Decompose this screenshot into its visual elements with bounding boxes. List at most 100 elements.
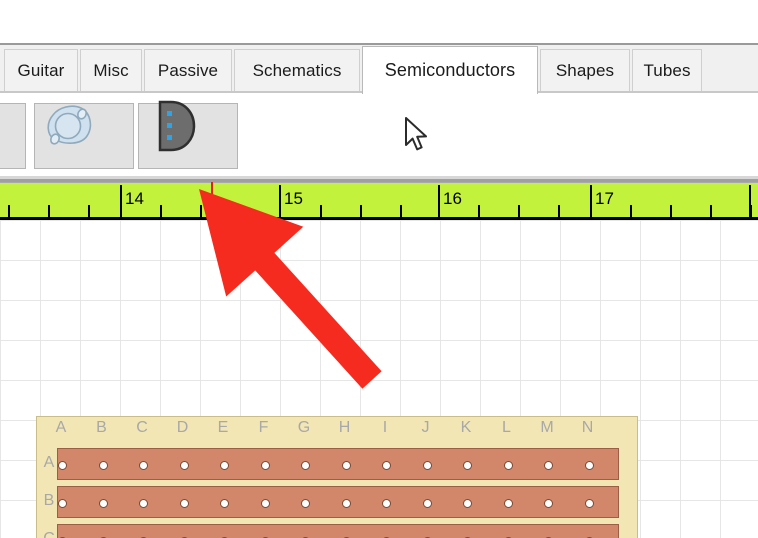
breadboard-hole[interactable] (139, 460, 148, 470)
breadboard-hole[interactable] (98, 460, 108, 470)
ruler-minor-tick (750, 205, 752, 217)
ruler-label: 15 (284, 189, 303, 208)
breadboard-column-header: K (460, 419, 472, 436)
ruler-top-line (0, 182, 758, 183)
breadboard-hole[interactable] (584, 460, 594, 470)
tab-label: Passive (157, 60, 219, 80)
ruler-minor-tick (630, 205, 632, 217)
breadboard-hole[interactable] (463, 498, 472, 508)
grid-line-horizontal (0, 300, 758, 301)
breadboard-hole[interactable] (139, 498, 148, 508)
ruler-minor-tick (478, 205, 480, 217)
ruler-label: 17 (595, 189, 614, 208)
design-canvas[interactable]: A B C D E F G H I J K L M N A B C (0, 220, 758, 538)
breadboard-hole[interactable] (341, 498, 351, 508)
breadboard-column-header: N (581, 419, 594, 436)
breadboard-hole[interactable] (503, 460, 513, 470)
breadboard-column-header: C (136, 419, 148, 436)
breadboard-component[interactable]: A B C D E F G H I J K L M N A B C (36, 416, 638, 538)
breadboard-hole[interactable] (301, 460, 310, 470)
breadboard-column-header: A (55, 419, 67, 436)
tab-misc[interactable]: Misc (80, 49, 142, 91)
ruler-label: 14 (125, 189, 144, 208)
grid-line-horizontal (0, 220, 758, 221)
grid-line-vertical (680, 220, 681, 538)
breadboard-column-header: G (297, 419, 311, 436)
breadboard-hole[interactable] (341, 460, 351, 470)
tool-group-1 (0, 103, 26, 169)
breadboard-hole[interactable] (220, 498, 229, 508)
ruler-label: 16 (443, 189, 462, 208)
grid-line-horizontal (0, 340, 758, 341)
tab-semiconductors[interactable]: Semiconductors (362, 46, 538, 94)
grid-line-vertical (640, 220, 641, 538)
transistor-to92-icon (158, 100, 196, 152)
breadboard-hole[interactable] (58, 498, 67, 508)
window-top-strip (0, 0, 758, 43)
breadboard-hole[interactable] (544, 498, 553, 508)
breadboard-hole[interactable] (422, 460, 432, 470)
ruler-major-tick (279, 185, 281, 217)
breadboard-hole[interactable] (382, 460, 391, 470)
tab-guitar[interactable]: Guitar (4, 49, 78, 91)
tab-tubes[interactable]: Tubes (632, 49, 702, 91)
breadboard-hole[interactable] (260, 498, 270, 508)
breadboard-hole[interactable] (463, 460, 472, 470)
ruler-minor-tick (518, 205, 520, 217)
ruler-minor-tick (320, 205, 322, 217)
grid-line-horizontal (0, 380, 758, 381)
grid-line-vertical (720, 220, 721, 538)
breadboard-hole[interactable] (422, 498, 432, 508)
breadboard-row-header: B (43, 492, 55, 509)
ruler-minor-tick (400, 205, 402, 217)
ruler-minor-tick (360, 205, 362, 217)
tab-label: Guitar (17, 60, 65, 80)
breadboard-hole[interactable] (503, 498, 513, 508)
ruler-major-tick (438, 185, 440, 217)
transistor-to92-button[interactable] (140, 94, 206, 158)
transistor-to5-button[interactable] (36, 94, 102, 158)
category-tab-bar: Guitar Misc Passive Schematics Semiconductor… (0, 45, 758, 94)
tab-label: Tubes (643, 60, 691, 80)
breadboard-hole[interactable] (179, 498, 189, 508)
tab-label: Misc (93, 60, 129, 80)
breadboard-column-header: E (217, 419, 229, 436)
tab-label: Semiconductors (384, 60, 516, 80)
ruler-minor-tick (670, 205, 672, 217)
breadboard-hole[interactable] (382, 498, 391, 508)
tab-passive[interactable]: Passive (144, 49, 232, 91)
breadboard-column-header: I (382, 419, 388, 436)
ruler-minor-tick (240, 205, 242, 217)
breadboard-column-header: M (540, 419, 554, 436)
breadboard-hole[interactable] (544, 460, 553, 470)
component-toolbar (0, 93, 758, 237)
tab-label: Shapes (555, 60, 615, 80)
breadboard-column-header: D (176, 419, 189, 436)
tab-shapes[interactable]: Shapes (540, 49, 630, 91)
breadboard-column-header: L (502, 419, 511, 436)
tab-schematics[interactable]: Schematics (234, 49, 360, 91)
breadboard-hole[interactable] (98, 498, 108, 508)
breadboard-column-header: H (338, 419, 351, 436)
breadboard-column-header: F (258, 419, 269, 436)
breadboard-column-header: B (96, 419, 107, 436)
ruler-minor-tick (88, 205, 90, 217)
breadboard-hole[interactable] (220, 460, 229, 470)
application-window: Guitar Misc Passive Schematics Semiconductor… (0, 0, 758, 538)
ruler-minor-tick (558, 205, 560, 217)
ruler-minor-tick (200, 205, 202, 217)
breadboard-strip-row[interactable] (57, 486, 619, 518)
horizontal-ruler[interactable]: 14 15 16 17 (0, 182, 758, 220)
breadboard-strip-row[interactable] (57, 524, 619, 538)
grid-line-horizontal (0, 260, 758, 261)
breadboard-strip-row[interactable] (57, 448, 619, 480)
breadboard-hole[interactable] (260, 460, 270, 470)
ruler-minor-tick (8, 205, 10, 217)
ruler-minor-tick (48, 205, 50, 217)
breadboard-hole[interactable] (584, 498, 594, 508)
breadboard-row-header: C (41, 530, 57, 538)
breadboard-hole[interactable] (301, 498, 310, 508)
breadboard-hole[interactable] (179, 460, 189, 470)
ruler-cursor-marker (211, 182, 213, 202)
breadboard-hole[interactable] (58, 460, 67, 470)
